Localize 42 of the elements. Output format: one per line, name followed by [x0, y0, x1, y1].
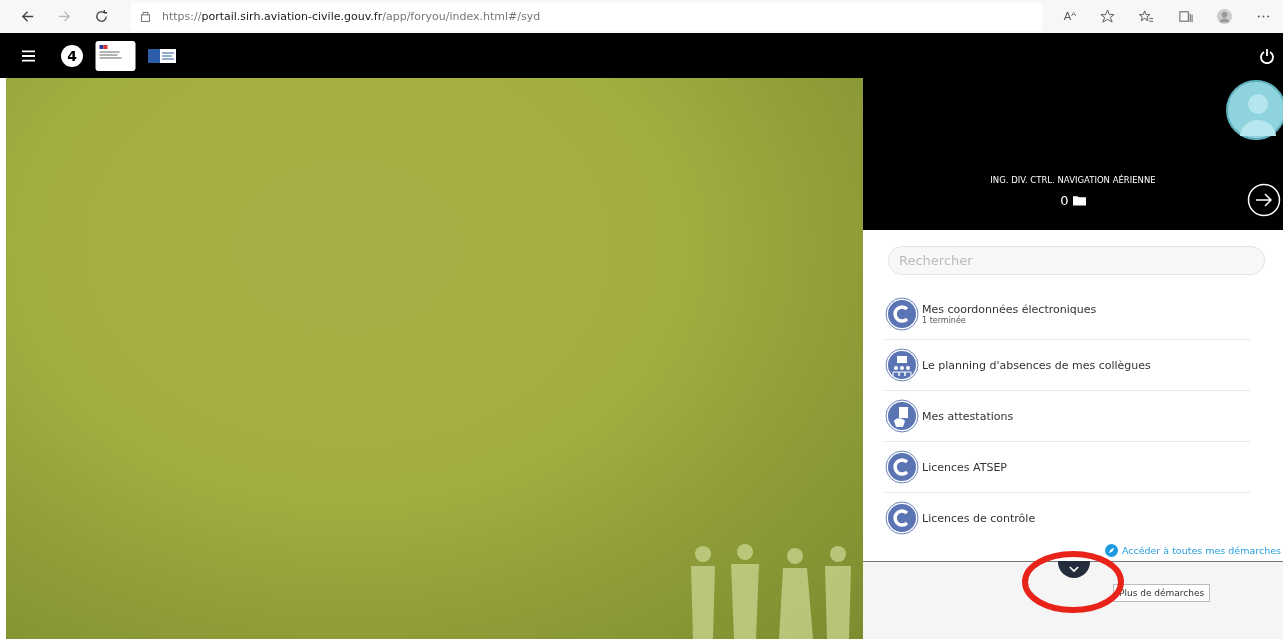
url-host: portail.sirh.aviation-civile.gouv.fr: [201, 10, 383, 23]
profile-title: ING. DIV. CTRL. NAVIGATION AÉRIENNE: [990, 175, 1156, 185]
arrow-right-circle-icon[interactable]: [1247, 183, 1281, 217]
procedure-item[interactable]: Licences de contrôle: [885, 493, 1250, 543]
collections-icon[interactable]: [1178, 9, 1193, 24]
compass-icon: [1104, 544, 1118, 557]
ministry-logo-icon: [95, 40, 136, 71]
people-group-icon: [885, 348, 919, 382]
procedure-title: Licences ATSEP: [922, 460, 1007, 474]
url-scheme: https://: [162, 10, 202, 23]
expand-chevron-button[interactable]: [1058, 561, 1090, 578]
refresh-icon[interactable]: [94, 9, 109, 24]
folder-icon: [1072, 195, 1086, 206]
procedure-item[interactable]: Le planning d'absences de mes collègues: [885, 340, 1250, 391]
letter-c-icon: [885, 297, 919, 331]
folder-count: 0: [1060, 193, 1069, 208]
procedure-item[interactable]: Licences ATSEP: [885, 442, 1250, 493]
procedure-status: 1 terminée: [922, 316, 967, 325]
dgac-logo-icon: [148, 48, 176, 63]
letter-c-icon: [885, 450, 919, 484]
chevron-down-icon: [1069, 566, 1079, 573]
procedure-title: Mes attestations: [922, 409, 1014, 423]
procedure-title: Le planning d'absences de mes collègues: [922, 358, 1151, 372]
power-icon[interactable]: [1259, 47, 1275, 64]
url-path: /app/foryou/index.html#/syd: [382, 10, 541, 23]
add-favorite-star-icon[interactable]: [1100, 9, 1115, 24]
back-arrow-icon[interactable]: [20, 9, 35, 24]
procedure-item[interactable]: Mes attestations: [885, 391, 1250, 442]
favorites-list-icon[interactable]: [1139, 9, 1154, 24]
menu-icon[interactable]: [22, 49, 35, 62]
read-aloud-button[interactable]: Aᴬ: [1063, 10, 1076, 23]
app-logo[interactable]: 4: [61, 44, 83, 67]
procedure-item[interactable]: Mes coordonnées électroniques 1 terminée: [885, 289, 1250, 340]
procedure-title: Licences de contrôle: [922, 511, 1036, 525]
procedure-title: Mes coordonnées électroniques: [922, 303, 1097, 316]
page-info-icon[interactable]: [139, 10, 152, 23]
avatar-silhouette-icon[interactable]: [1226, 80, 1283, 140]
search-field[interactable]: Rechercher: [888, 246, 1265, 275]
address-bar[interactable]: https://portail.sirh.aviation-civile.gouv.fr/app/foryou/index.html#/syd: [131, 2, 1042, 31]
hand-document-icon: [885, 399, 919, 433]
profile-avatar-icon[interactable]: [1217, 9, 1232, 24]
letter-c-icon: [885, 501, 919, 535]
